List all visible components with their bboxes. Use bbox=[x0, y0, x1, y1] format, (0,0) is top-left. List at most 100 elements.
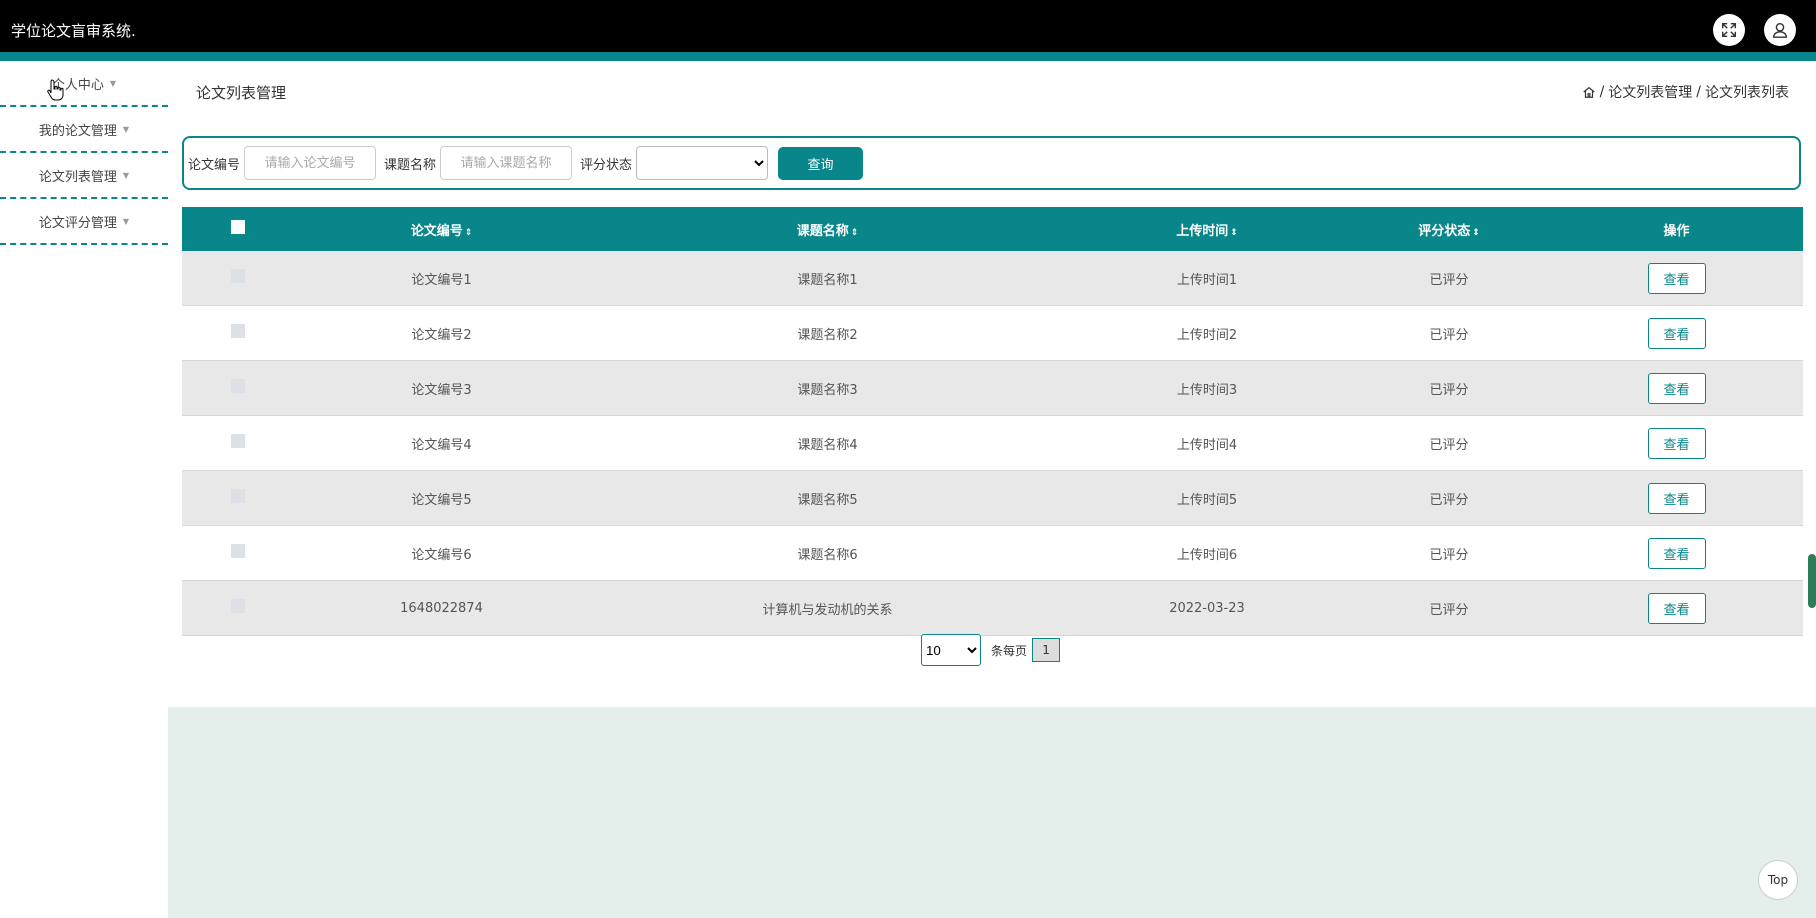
row-checkbox[interactable] bbox=[231, 324, 245, 338]
sidebar: 个人中心 ▼ 我的论文管理 ▼ 论文列表管理 ▼ 论文评分管理 ▼ bbox=[0, 61, 168, 245]
sidebar-item-label: 我的论文管理 bbox=[38, 123, 117, 139]
caret-down-icon: ▼ bbox=[122, 216, 130, 226]
page-title: 论文列表管理 bbox=[196, 84, 287, 102]
cell-paper-no: 论文编号3 bbox=[294, 360, 589, 416]
header-upload-time[interactable]: 上传时间 ⇕ bbox=[1066, 207, 1348, 251]
cell-status: 已评分 bbox=[1348, 580, 1550, 636]
top-bar: 学位论文盲审系统. bbox=[0, 0, 1816, 52]
sort-icon: ⇕ bbox=[1230, 227, 1238, 238]
page-size-select[interactable]: 10 bbox=[921, 634, 981, 666]
row-checkbox[interactable] bbox=[231, 379, 245, 393]
cell-paper-no: 论文编号4 bbox=[294, 415, 589, 471]
row-checkbox[interactable] bbox=[231, 269, 245, 283]
sidebar-item-label: 论文评分管理 bbox=[38, 215, 117, 231]
cell-upload-time: 上传时间3 bbox=[1066, 360, 1348, 416]
select-all-header bbox=[182, 207, 294, 251]
view-button[interactable]: 查看 bbox=[1647, 537, 1706, 569]
cell-topic: 课题名称1 bbox=[589, 251, 1066, 306]
cell-status: 已评分 bbox=[1348, 525, 1550, 581]
caret-down-icon: ▼ bbox=[109, 78, 117, 88]
table-row: 1648022874 计算机与发动机的关系 2022-03-23 已评分 查看 bbox=[182, 580, 1803, 636]
table-header-row: 论文编号 ⇕ 课题名称 ⇕ 上传时间 ⇕ 评分状态 ⇕ 操作 bbox=[182, 207, 1803, 251]
sidebar-item-personal-center[interactable]: 个人中心 ▼ bbox=[0, 61, 168, 107]
table-row: 论文编号5 课题名称5 上传时间5 已评分 查看 bbox=[182, 470, 1803, 526]
header-topic[interactable]: 课题名称 ⇕ bbox=[589, 207, 1066, 251]
view-button[interactable]: 查看 bbox=[1647, 262, 1706, 294]
breadcrumb: / 论文列表管理 / 论文列表列表 bbox=[1582, 82, 1789, 102]
cell-paper-no: 论文编号6 bbox=[294, 525, 589, 581]
header-accent-strip bbox=[0, 52, 1816, 61]
sort-icon: ⇕ bbox=[850, 227, 859, 238]
view-button[interactable]: 查看 bbox=[1647, 427, 1706, 459]
cell-topic: 课题名称4 bbox=[589, 415, 1066, 471]
hand-cursor-icon bbox=[47, 79, 64, 101]
cell-upload-time: 上传时间5 bbox=[1066, 470, 1348, 526]
cell-paper-no: 论文编号2 bbox=[294, 305, 589, 361]
table-row: 论文编号3 课题名称3 上传时间3 已评分 查看 bbox=[182, 360, 1803, 416]
row-checkbox[interactable] bbox=[231, 599, 245, 613]
sidebar-item-paper-scoring[interactable]: 论文评分管理 ▼ bbox=[0, 199, 168, 245]
view-button[interactable]: 查看 bbox=[1647, 482, 1706, 514]
cell-paper-no: 1648022874 bbox=[294, 580, 589, 636]
home-icon[interactable] bbox=[1582, 85, 1596, 99]
cell-upload-time: 上传时间2 bbox=[1066, 305, 1348, 361]
select-all-checkbox[interactable] bbox=[231, 220, 245, 234]
view-button[interactable]: 查看 bbox=[1647, 592, 1706, 624]
breadcrumb-item[interactable]: 论文列表管理 bbox=[1608, 82, 1692, 102]
paper-table: 论文编号 ⇕ 课题名称 ⇕ 上传时间 ⇕ 评分状态 ⇕ 操作 论文编号1 课题名称1 上… bbox=[182, 207, 1803, 636]
cell-status: 已评分 bbox=[1348, 470, 1550, 526]
topic-label: 课题名称 bbox=[384, 157, 437, 173]
cell-upload-time: 上传时间1 bbox=[1066, 251, 1348, 306]
page-number-button[interactable]: 1 bbox=[1032, 638, 1061, 662]
paper-no-label: 论文编号 bbox=[188, 157, 241, 173]
breadcrumb-separator: / bbox=[1696, 84, 1701, 100]
cell-topic: 课题名称2 bbox=[589, 305, 1066, 361]
cell-topic: 课题名称5 bbox=[589, 470, 1066, 526]
cell-upload-time: 上传时间6 bbox=[1066, 525, 1348, 581]
table-row: 论文编号2 课题名称2 上传时间2 已评分 查看 bbox=[182, 305, 1803, 361]
view-button[interactable]: 查看 bbox=[1647, 317, 1706, 349]
table-row: 论文编号1 课题名称1 上传时间1 已评分 查看 bbox=[182, 251, 1803, 306]
breadcrumb-separator: / bbox=[1599, 84, 1605, 100]
cell-upload-time: 上传时间4 bbox=[1066, 415, 1348, 471]
paper-no-input[interactable] bbox=[244, 146, 377, 180]
cell-status: 已评分 bbox=[1348, 360, 1550, 416]
header-status[interactable]: 评分状态 ⇕ bbox=[1348, 207, 1550, 251]
cell-status: 已评分 bbox=[1348, 305, 1550, 361]
header-action: 操作 bbox=[1550, 207, 1803, 251]
table-row: 论文编号4 课题名称4 上传时间4 已评分 查看 bbox=[182, 415, 1803, 471]
table-row: 论文编号6 课题名称6 上传时间6 已评分 查看 bbox=[182, 525, 1803, 581]
row-checkbox[interactable] bbox=[231, 544, 245, 558]
cell-paper-no: 论文编号5 bbox=[294, 470, 589, 526]
header-paper-no[interactable]: 论文编号 ⇕ bbox=[294, 207, 589, 251]
cell-status: 已评分 bbox=[1348, 415, 1550, 471]
sidebar-item-label: 论文列表管理 bbox=[38, 169, 117, 185]
scrollbar-thumb[interactable] bbox=[1808, 554, 1816, 608]
sidebar-item-my-papers[interactable]: 我的论文管理 ▼ bbox=[0, 107, 168, 153]
sort-icon: ⇕ bbox=[464, 227, 473, 238]
caret-down-icon: ▼ bbox=[122, 124, 130, 134]
sort-icon: ⇕ bbox=[1472, 227, 1480, 238]
cell-upload-time: 2022-03-23 bbox=[1066, 580, 1348, 636]
search-panel: 论文编号 课题名称 评分状态 查询 bbox=[182, 136, 1801, 190]
cell-topic: 课题名称3 bbox=[589, 360, 1066, 416]
status-label: 评分状态 bbox=[580, 157, 633, 173]
breadcrumb-item-current: 论文列表列表 bbox=[1705, 85, 1789, 101]
query-button[interactable]: 查询 bbox=[778, 146, 864, 180]
row-checkbox[interactable] bbox=[231, 434, 245, 448]
view-button[interactable]: 查看 bbox=[1647, 372, 1706, 404]
user-icon bbox=[1772, 22, 1788, 38]
back-to-top-button[interactable]: Top bbox=[1758, 860, 1798, 900]
pagination: 10 条每页 1 bbox=[921, 634, 1061, 666]
fullscreen-button[interactable] bbox=[1713, 14, 1745, 46]
app-title: 学位论文盲审系统. bbox=[11, 22, 136, 40]
topic-input[interactable] bbox=[440, 146, 573, 180]
row-checkbox[interactable] bbox=[231, 489, 245, 503]
cell-topic: 课题名称6 bbox=[589, 525, 1066, 581]
user-button[interactable] bbox=[1764, 14, 1796, 46]
status-select[interactable] bbox=[636, 146, 769, 180]
sidebar-item-paper-list[interactable]: 论文列表管理 ▼ bbox=[0, 153, 168, 199]
caret-down-icon: ▼ bbox=[122, 170, 130, 180]
expand-icon bbox=[1721, 22, 1737, 38]
cell-status: 已评分 bbox=[1348, 251, 1550, 306]
